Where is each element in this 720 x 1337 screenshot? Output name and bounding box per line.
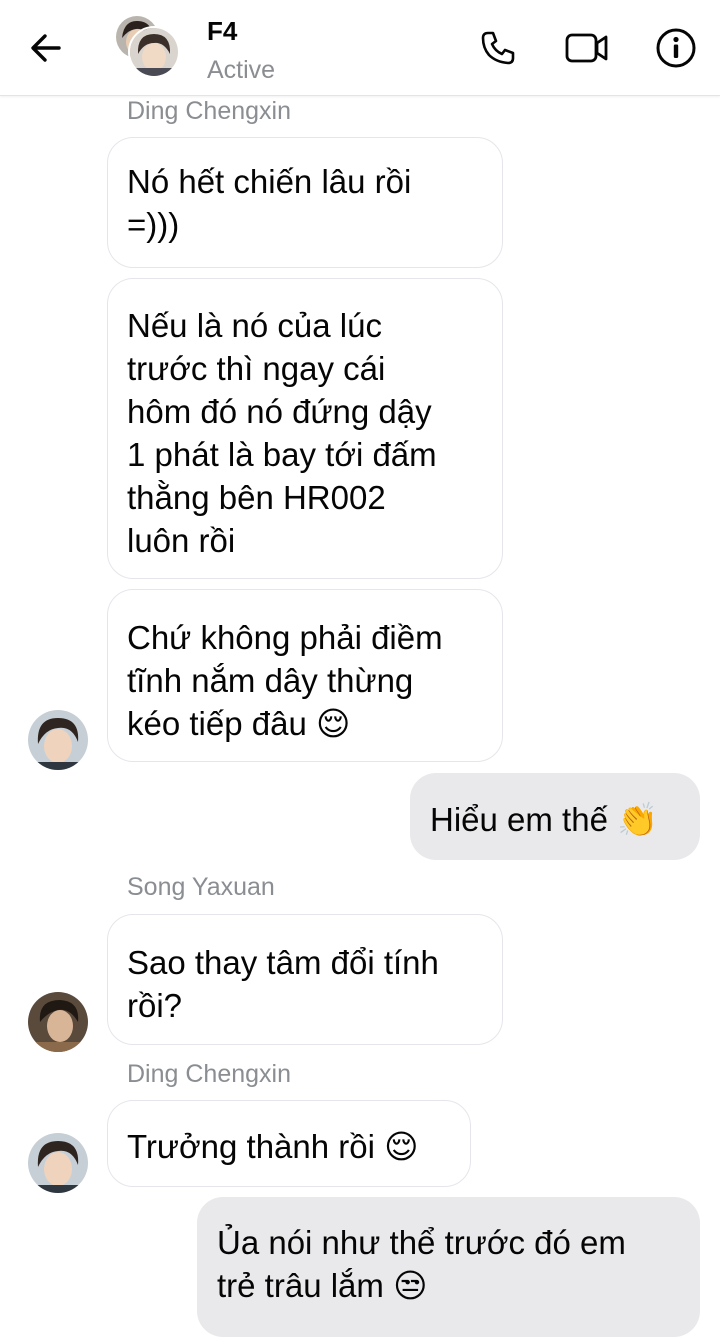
message-text: Nó hết chiến lâu rồi =))) xyxy=(127,163,412,243)
phone-icon xyxy=(481,31,515,65)
chat-title[interactable]: F4 xyxy=(207,16,237,47)
sender-avatar[interactable] xyxy=(28,1133,88,1193)
active-status: Active xyxy=(207,56,276,84)
sender-avatar[interactable] xyxy=(28,710,88,770)
sender-name: Song Yaxuan xyxy=(127,873,275,901)
info-icon xyxy=(656,28,696,68)
message-bubble-outgoing[interactable]: Ủa nói như thể trước đó em trẻ trâu lắm … xyxy=(197,1197,700,1337)
message-bubble[interactable]: Nếu là nó của lúc trước thì ngay cái hôm… xyxy=(107,278,503,579)
message-bubble[interactable]: Sao thay tâm đổi tính rồi? xyxy=(107,914,503,1045)
message-bubble[interactable]: Nó hết chiến lâu rồi =))) xyxy=(107,137,503,268)
relieved-face-emoji: 😌 xyxy=(315,704,351,743)
info-button[interactable] xyxy=(652,24,700,72)
call-button[interactable] xyxy=(474,24,522,72)
message-bubble[interactable]: Trưởng thành rồi 😌 xyxy=(107,1100,471,1187)
video-call-button[interactable] xyxy=(563,24,611,72)
message-text: Nếu là nó của lúc trước thì ngay cái hôm… xyxy=(127,307,437,559)
message-text: Trưởng thành rồi xyxy=(127,1128,375,1165)
relieved-face-emoji: 😌 xyxy=(384,1127,419,1166)
member-avatar xyxy=(128,26,180,78)
clapping-hands-emoji: 👏 xyxy=(617,800,659,839)
message-text: Hiểu em thế xyxy=(430,801,608,838)
sender-name: Ding Chengxin xyxy=(127,1060,291,1088)
unamused-face-emoji: 😒 xyxy=(393,1266,428,1305)
back-button[interactable] xyxy=(22,24,70,72)
sender-name: Ding Chengxin xyxy=(127,97,291,125)
chat-header: F4 Active xyxy=(0,0,720,96)
message-bubble[interactable]: Chứ không phải điềm tĩnh nắm dây thừng k… xyxy=(107,589,503,762)
arrow-left-icon xyxy=(31,34,61,62)
video-camera-icon xyxy=(565,33,608,63)
group-avatar[interactable] xyxy=(114,14,180,80)
sender-avatar[interactable] xyxy=(28,992,88,1052)
message-bubble-outgoing[interactable]: Hiểu em thế 👏 xyxy=(410,773,700,860)
message-text: Sao thay tâm đổi tính rồi? xyxy=(127,944,439,1024)
message-text: Chứ không phải điềm tĩnh nắm dây thừng k… xyxy=(127,619,443,742)
